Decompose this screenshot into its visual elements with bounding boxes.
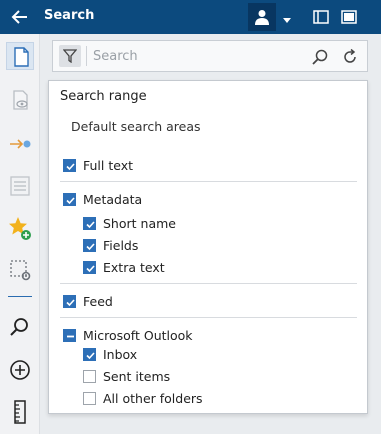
option-label: Short name — [103, 216, 176, 231]
list-view-button[interactable] — [6, 172, 34, 200]
left-toolbar — [0, 34, 40, 434]
search-bar — [52, 40, 368, 72]
back-arrow-icon[interactable] — [10, 7, 30, 27]
document-button[interactable] — [6, 42, 34, 70]
search-submit-icon[interactable] — [311, 48, 329, 66]
option-label: All other folders — [103, 391, 203, 406]
panel-header: Search range — [60, 89, 147, 104]
divider — [60, 283, 357, 284]
option-label: Sent items — [103, 369, 171, 384]
microsoft-outlook-checkbox[interactable] — [63, 329, 76, 342]
option-label: Feed — [83, 294, 113, 309]
user-button[interactable] — [248, 3, 276, 31]
add-button[interactable] — [6, 356, 34, 384]
ruler-button[interactable] — [6, 398, 34, 426]
option-label: Inbox — [103, 347, 138, 362]
search-range-panel: Search range Default search areas Full t… — [48, 80, 368, 414]
title-bar: Search — [0, 0, 381, 34]
divider — [60, 181, 357, 182]
default-search-areas-link[interactable]: Default search areas — [71, 119, 201, 134]
sent-items-checkbox[interactable] — [83, 370, 96, 383]
arrow-target-icon — [10, 139, 31, 149]
option-label: Fields — [103, 238, 139, 253]
option-label: Full text — [83, 158, 134, 173]
reset-icon[interactable] — [341, 48, 359, 66]
add-favorite-button[interactable] — [6, 214, 34, 242]
divider — [60, 317, 357, 318]
toolbar-separator — [8, 296, 32, 297]
fields-checkbox[interactable] — [83, 239, 96, 252]
selection-gear-icon — [10, 260, 31, 281]
star-add-icon — [9, 217, 31, 240]
document-icon — [14, 47, 29, 67]
feed-checkbox[interactable] — [63, 295, 76, 308]
inbox-checkbox[interactable] — [83, 348, 96, 361]
move-to-button[interactable] — [6, 130, 34, 158]
extra-text-checkbox[interactable] — [83, 261, 96, 274]
search-icon — [10, 318, 28, 336]
list-icon — [10, 176, 30, 196]
preview-document-icon — [13, 90, 28, 110]
page-title: Search — [44, 8, 95, 23]
search-button[interactable] — [6, 314, 34, 342]
filter-button[interactable] — [59, 45, 81, 67]
dropdown-arrow-icon[interactable] — [281, 11, 293, 23]
short-name-checkbox[interactable] — [83, 217, 96, 230]
search-bar-separator — [86, 46, 87, 66]
plus-circle-icon — [10, 360, 30, 380]
option-label: Extra text — [103, 260, 165, 275]
all-other-folders-checkbox[interactable] — [83, 392, 96, 405]
preview-button[interactable] — [6, 86, 34, 114]
search-input[interactable] — [93, 46, 293, 66]
filter-icon — [63, 49, 77, 63]
selection-settings-button[interactable] — [6, 256, 34, 284]
ruler-icon — [14, 400, 26, 424]
full-text-checkbox[interactable] — [63, 159, 76, 172]
maximize-window-icon[interactable] — [340, 9, 358, 25]
metadata-checkbox[interactable] — [63, 193, 76, 206]
restore-window-icon[interactable] — [312, 9, 330, 25]
option-label: Microsoft Outlook — [83, 328, 193, 343]
user-icon — [255, 10, 269, 25]
option-label: Metadata — [83, 192, 143, 207]
